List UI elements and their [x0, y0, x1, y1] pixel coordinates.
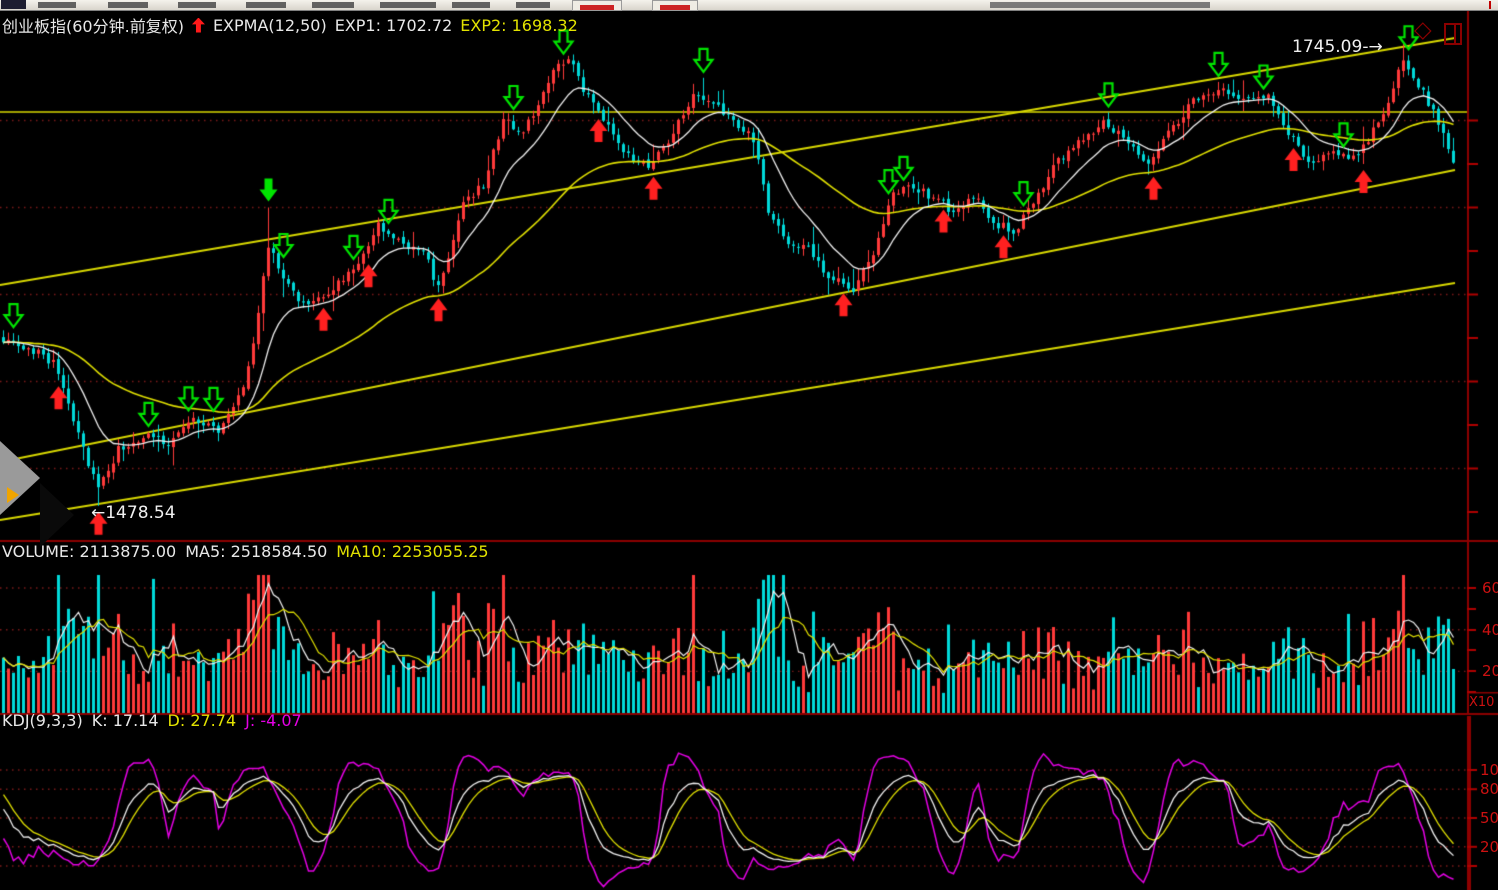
scroll-left-widget[interactable] [0, 441, 44, 515]
menu-item[interactable] [38, 2, 76, 8]
menu-item[interactable] [452, 2, 490, 8]
menu-item[interactable] [516, 2, 550, 8]
menu-item[interactable] [246, 2, 286, 8]
chart-canvas[interactable] [0, 0, 1498, 890]
menu-button-buy[interactable] [572, 0, 622, 11]
menu-item[interactable] [108, 2, 148, 8]
menu-item[interactable] [312, 2, 354, 8]
menubar[interactable] [0, 0, 1498, 11]
splitter-handle[interactable] [0, 441, 40, 515]
menubar-right-mark [1489, 1, 1491, 9]
menu-button-sell[interactable] [652, 0, 698, 11]
play-triangle-icon [7, 487, 19, 503]
diamond-icon[interactable]: ◇ [1414, 17, 1432, 43]
menu-item[interactable] [178, 2, 216, 8]
split-window-icon[interactable] [1444, 23, 1462, 45]
menu-item[interactable] [380, 2, 436, 8]
app-icon[interactable] [1, 0, 26, 9]
menu-status-text [990, 2, 1210, 8]
